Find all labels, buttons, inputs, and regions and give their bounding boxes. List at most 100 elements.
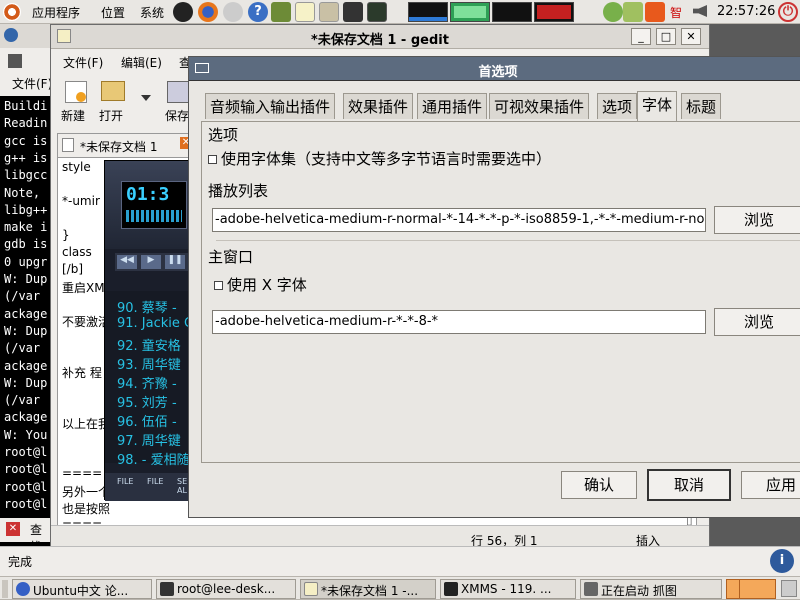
taskbar-item-terminal[interactable]: root@lee-desk... (156, 579, 296, 599)
playlist-font-field[interactable]: -adobe-helvetica-medium-r-normal-*-14-*-… (212, 208, 706, 232)
separator (216, 240, 800, 241)
menu-system[interactable]: 系统 (140, 4, 164, 21)
notes-icon[interactable] (319, 2, 339, 22)
play-button[interactable]: ▶ (141, 255, 161, 269)
taskbar-item-xmms[interactable]: XMMS - 119. ... (440, 579, 576, 599)
new-document-icon[interactable] (65, 81, 87, 103)
editor-line: *-umir (62, 194, 100, 208)
xmms-window[interactable]: 01:3 ◀◀ ▶ ❚❚ 90. 蔡琴 - 91. Jackie C 92. 童安… (104, 160, 193, 501)
gedit-menu-edit[interactable]: 编辑(E) (121, 54, 162, 71)
use-fontset-checkbox[interactable]: 使用字体集（支持中文等多字节语言时需要选中） (208, 148, 551, 169)
cancel-button[interactable]: 取消 (647, 469, 731, 501)
add-file-button[interactable]: FILE (117, 477, 133, 486)
workspace-switcher[interactable] (726, 579, 776, 599)
text-editor-icon[interactable] (295, 2, 315, 22)
ok-button[interactable]: 确认 (561, 471, 637, 499)
xmms-controls: ◀◀ ▶ ❚❚ (115, 253, 191, 271)
playlist-item[interactable]: 98. - 爱相随 (117, 449, 190, 468)
new-button-label[interactable]: 新建 (61, 107, 85, 124)
books-icon[interactable] (271, 2, 291, 22)
tab-5[interactable]: 字体 (637, 91, 678, 121)
xmms-main-panel: 01:3 (105, 161, 191, 249)
tab-4[interactable]: 选项 (597, 93, 638, 119)
info-icon[interactable]: i (770, 549, 794, 573)
pause-button[interactable]: ❚❚ (165, 255, 185, 269)
document-tab[interactable]: *未保存文档 1 ✕ (57, 133, 197, 157)
playlist-item[interactable]: 92. 童安格 (117, 335, 181, 354)
gedit-menu-file[interactable]: 文件(F) (63, 54, 103, 71)
terminal-tab-icon (8, 54, 22, 68)
taskbar-item-screenshot[interactable]: 正在启动 抓图 (580, 579, 722, 599)
help-icon[interactable]: ? (248, 2, 268, 22)
menu-applications[interactable]: 应用程序 (32, 4, 80, 21)
playlist-item[interactable]: 91. Jackie C (117, 316, 193, 331)
remove-file-button[interactable]: FILE (147, 477, 163, 486)
preferences-dialog[interactable]: 首选项 音频输入输出插件 效果插件 通用插件 可视效果插件 选项 字体 标题 选项 使用字体… (188, 56, 800, 518)
gedit-titlebar[interactable]: *未保存文档 1 - gedit _ □ ✕ (51, 25, 709, 49)
terminal-line: W: Dup (4, 272, 48, 286)
main-font-field[interactable]: -adobe-helvetica-medium-r-*-*-8-* (212, 310, 706, 334)
terminal-line: gdb is (4, 237, 48, 252)
volume-icon[interactable] (693, 5, 707, 17)
trash-icon[interactable] (781, 580, 797, 597)
menu-places[interactable]: 位置 (101, 4, 125, 21)
xmms-playlist[interactable]: 90. 蔡琴 - 91. Jackie C 92. 童安格 93. 周华键 94. 齐… (105, 291, 193, 468)
browse-playlist-button[interactable]: 浏览 (714, 206, 800, 234)
playlist-item[interactable]: 94. 齐豫 - (117, 373, 177, 392)
screenshot-icon[interactable] (343, 2, 363, 22)
mail-icon[interactable] (223, 2, 243, 22)
close-button[interactable]: ✕ (681, 28, 701, 45)
update-icon[interactable] (623, 2, 643, 22)
playlist-item[interactable]: 93. 周华键 (117, 354, 181, 373)
terminal-line: root@l (4, 462, 48, 477)
apply-button[interactable]: 应用 (741, 471, 800, 499)
tab-1[interactable]: 效果插件 (343, 93, 414, 119)
close-find-icon[interactable]: ✕ (6, 522, 20, 536)
dialog-titlebar[interactable]: 首选项 (189, 57, 800, 81)
terminal-line: ackage (4, 306, 48, 321)
browse-main-button[interactable]: 浏览 (714, 308, 800, 336)
tab-0[interactable]: 音频输入输出插件 (205, 93, 336, 119)
terminal-icon[interactable] (367, 2, 387, 22)
firefox-icon[interactable] (198, 2, 218, 22)
previous-button[interactable]: ◀◀ (117, 255, 137, 269)
clock[interactable]: 22:57:26 (717, 4, 775, 19)
terminal-menu-file[interactable]: 文件(F) (12, 75, 52, 92)
open-folder-icon[interactable] (101, 81, 125, 101)
terminal-line: gcc is (4, 133, 48, 148)
gedit-title: *未保存文档 1 - gedit (311, 33, 449, 48)
notification-icon[interactable] (645, 2, 665, 22)
chevron-down-icon[interactable] (141, 95, 151, 101)
playlist-item[interactable]: 90. 蔡琴 - (117, 297, 177, 316)
maximize-button[interactable]: □ (656, 28, 676, 45)
penguin-icon[interactable] (173, 2, 193, 22)
terminal-line: Note, (4, 185, 41, 200)
taskbar-item-browser[interactable]: Ubuntu中文 论... (12, 579, 152, 599)
save-button-label[interactable]: 保存 (165, 107, 189, 124)
editor-line: 也是按照 (62, 502, 111, 516)
playlist-item[interactable]: 97. 周华键 (117, 430, 181, 449)
tab-3[interactable]: 可视效果插件 (489, 93, 590, 119)
browser-icon (16, 582, 30, 596)
power-icon[interactable]: ⏻ (778, 2, 798, 22)
input-method-indicator[interactable]: 智 (670, 4, 682, 21)
terminal-icon (160, 582, 174, 596)
terminal-line: libg++ (4, 202, 48, 217)
open-button-label[interactable]: 打开 (99, 107, 123, 124)
use-x-font-checkbox[interactable]: 使用 X 字体 (214, 274, 307, 295)
save-icon[interactable] (167, 81, 189, 103)
playlist-item[interactable]: 96. 伍佰 - (117, 411, 177, 430)
editor-line: } (62, 228, 70, 242)
terminal-line: (/var (4, 393, 41, 408)
taskbar-item-gedit[interactable]: *未保存文档 1 -... (300, 579, 436, 599)
editor-line: 补充 程 (62, 366, 102, 380)
network-manager-icon[interactable] (603, 2, 623, 22)
tab-6[interactable]: 标题 (681, 93, 722, 119)
tab-2[interactable]: 通用插件 (417, 93, 488, 119)
terminal-app-icon (4, 28, 18, 42)
ubuntu-logo-icon[interactable] (3, 3, 21, 21)
terminal-line: W: Dup (4, 375, 48, 390)
playlist-item[interactable]: 95. 刘芳 - (117, 392, 177, 411)
minimize-button[interactable]: _ (631, 28, 651, 45)
show-desktop-button[interactable] (2, 580, 8, 598)
